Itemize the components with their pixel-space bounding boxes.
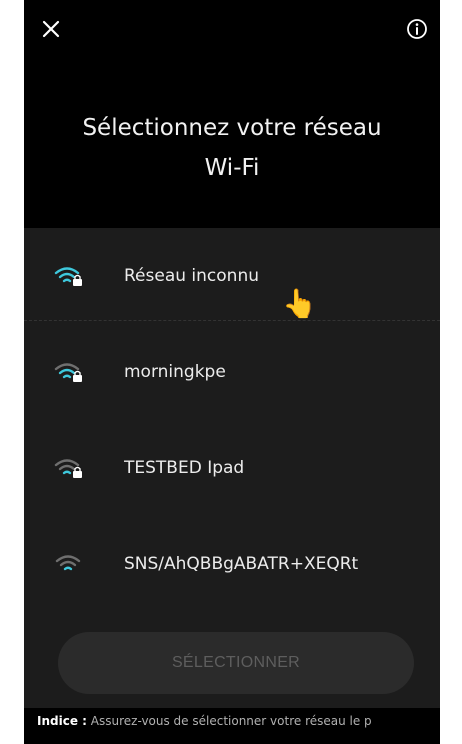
info-button[interactable] [402, 14, 432, 44]
network-ssid: morningkpe [124, 362, 226, 382]
divider [24, 320, 440, 321]
wifi-lock-icon [54, 267, 82, 286]
hint-body: Assurez-vous de sélectionner votre résea… [86, 714, 372, 728]
wifi-selection-screen: Sélectionnez votre réseau Wi-Fi Réseau i… [24, 0, 440, 744]
network-item-testbed-ipad[interactable]: TESTBED Ipad [24, 420, 440, 516]
network-ssid: TESTBED Ipad [124, 458, 245, 478]
wifi-icon [55, 555, 81, 571]
network-list: Réseau inconnu morningkpe TESTBED Ipad S… [24, 228, 440, 708]
top-bar [24, 0, 440, 70]
network-item-reseau-inconnu[interactable]: Réseau inconnu [24, 228, 440, 324]
title-line-2: Wi-Fi [204, 155, 260, 181]
network-ssid: SNS/AhQBBgABATR+XEQRt [124, 554, 359, 574]
page-title: Sélectionnez votre réseau Wi-Fi [24, 108, 440, 188]
hint-text: Indice : Assurez-vous de sélectionner vo… [24, 714, 440, 744]
network-ssid: Réseau inconnu [124, 266, 259, 286]
wifi-lock-icon [54, 363, 82, 382]
info-icon [407, 19, 427, 39]
hint-label: Indice : [37, 714, 87, 728]
close-button[interactable] [36, 14, 66, 44]
network-item-morningkpe[interactable]: morningkpe [24, 324, 440, 420]
wifi-lock-icon [54, 459, 82, 478]
select-button[interactable]: SÉLECTIONNER [58, 632, 414, 694]
network-item-sns[interactable]: SNS/AhQBBgABATR+XEQRt [24, 516, 440, 612]
title-line-1: Sélectionnez votre réseau [82, 115, 382, 141]
close-icon [42, 20, 60, 38]
